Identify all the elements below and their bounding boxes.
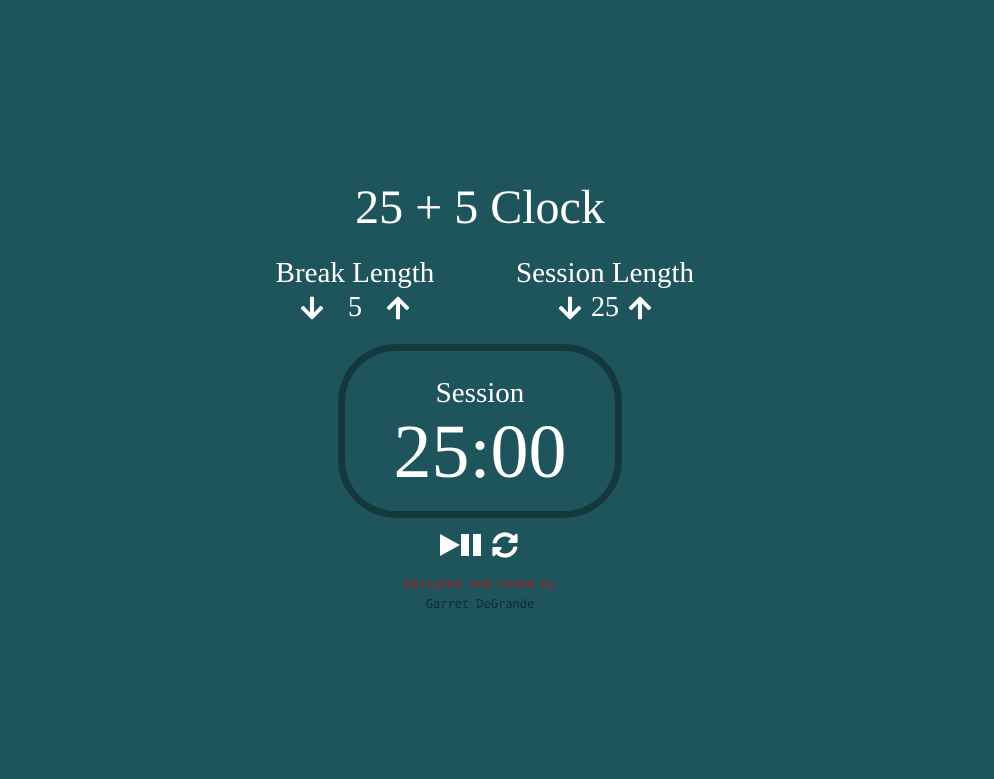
break-increment-button[interactable] xyxy=(383,293,413,323)
break-length-control: Break Length 5 xyxy=(255,255,455,325)
page-title: 25 + 5 Clock xyxy=(355,181,605,234)
arrow-down-icon xyxy=(558,296,582,320)
arrow-down-icon xyxy=(300,296,324,320)
break-length-value: 5 xyxy=(348,292,362,323)
play-pause-icon xyxy=(440,534,481,556)
refresh-icon xyxy=(492,532,518,558)
credit-author: Garret DeGrande xyxy=(425,597,535,611)
timer-label: Session xyxy=(435,377,525,409)
session-length-value: 25 xyxy=(591,292,619,323)
session-length-control: Session Length 25 xyxy=(505,255,705,325)
time-left: 25:00 xyxy=(393,410,567,494)
app-container: 25 + 5 Clock Break Length 5 Session Leng… xyxy=(0,0,994,779)
session-length-row: 25 xyxy=(505,291,705,325)
reset-button[interactable] xyxy=(492,532,518,558)
timer-display: Session 25:00 xyxy=(338,344,622,518)
session-decrement-button[interactable] xyxy=(555,293,585,323)
break-length-row: 5 xyxy=(255,291,455,325)
timer-controls xyxy=(438,530,528,560)
break-decrement-button[interactable] xyxy=(297,293,327,323)
break-length-label: Break Length xyxy=(275,257,435,289)
credit-line-1: Designed and Coded by xyxy=(404,577,556,591)
session-length-label: Session Length xyxy=(515,257,695,289)
arrow-up-icon xyxy=(628,296,652,320)
start-stop-button[interactable] xyxy=(438,532,486,558)
arrow-up-icon xyxy=(386,296,410,320)
session-increment-button[interactable] xyxy=(625,293,655,323)
